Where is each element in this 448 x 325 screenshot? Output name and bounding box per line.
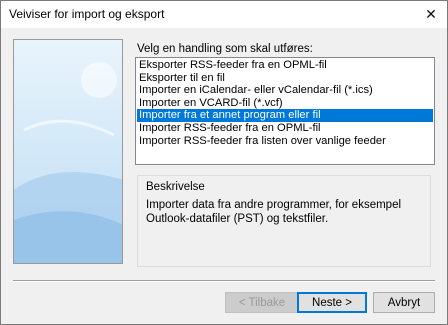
- action-list-item[interactable]: Importer en iCalendar- eller vCalendar-f…: [137, 84, 433, 97]
- action-list-item[interactable]: Importer RSS-feeder fra listen over vanl…: [137, 135, 433, 148]
- window-title: Veiviser for import og eksport: [9, 7, 165, 21]
- close-icon: ✕: [425, 6, 437, 22]
- action-listbox[interactable]: Eksporter RSS-feeder fra en OPML-fil Eksp…: [135, 57, 435, 165]
- action-list-item[interactable]: Eksporter RSS-feeder fra en OPML-fil: [137, 59, 433, 72]
- description-group: Beskrivelse Importer data fra andre prog…: [137, 175, 431, 267]
- title-bar[interactable]: Veiviser for import og eksport ✕: [1, 1, 447, 28]
- cancel-button[interactable]: Avbryt: [373, 292, 435, 313]
- action-list-item[interactable]: Eksporter til en fil: [137, 72, 433, 85]
- wizard-illustration: [13, 39, 123, 264]
- wizard-banner-image: [14, 40, 122, 263]
- action-list-item[interactable]: Importer RSS-feeder fra en OPML-fil: [137, 122, 433, 135]
- next-button[interactable]: Neste >: [297, 292, 367, 313]
- action-list-item[interactable]: Importer en VCARD-fil (*.vcf): [137, 97, 433, 110]
- description-text: Importer data fra andre programmer, for …: [146, 199, 402, 225]
- button-separator: [13, 280, 435, 282]
- description-title: Beskrivelse: [146, 181, 205, 193]
- close-button[interactable]: ✕: [415, 1, 447, 28]
- import-export-wizard-window: Veiviser for import og eksport ✕ Velg en…: [0, 0, 448, 325]
- action-list-item[interactable]: Importer fra et annet program eller fil: [137, 109, 433, 122]
- action-prompt-label: Velg en handling som skal utføres:: [137, 43, 313, 55]
- back-button[interactable]: < Tilbake: [225, 292, 299, 313]
